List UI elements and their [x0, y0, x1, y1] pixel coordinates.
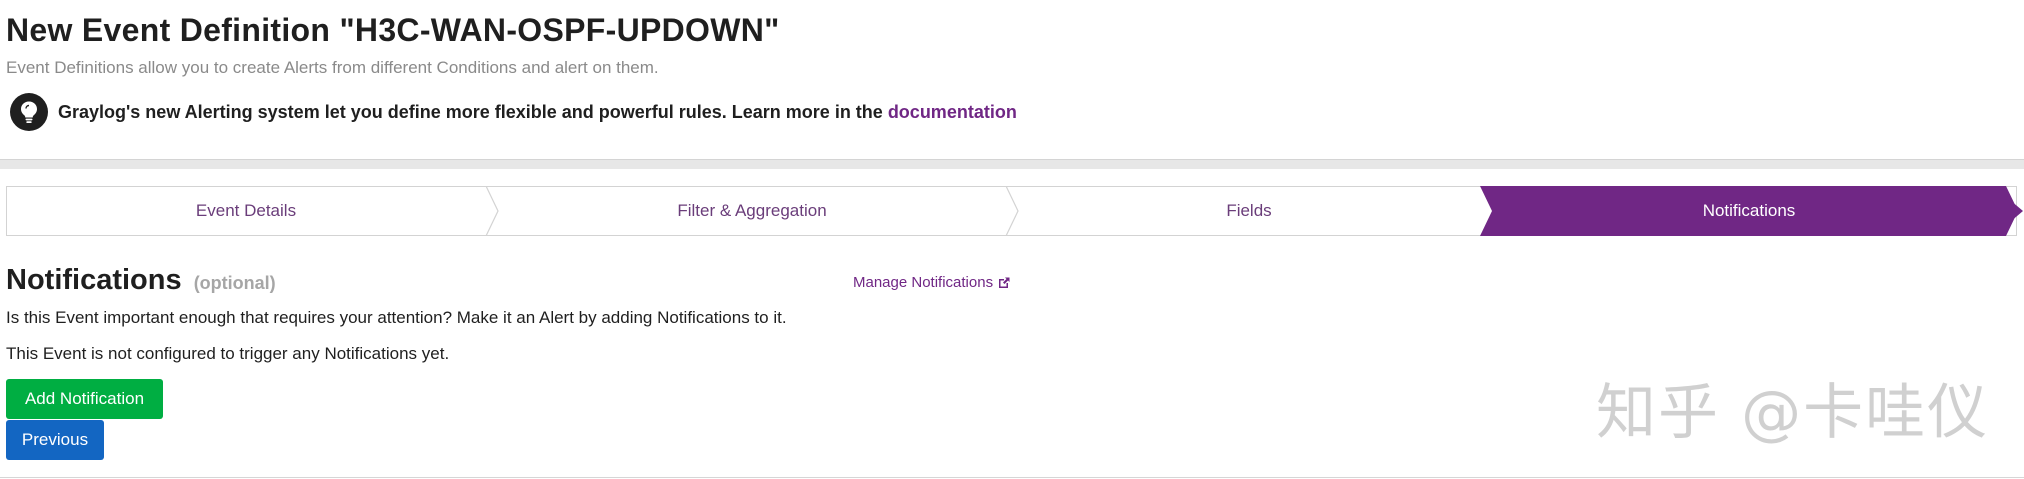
notifications-heading: Notifications (optional) — [6, 264, 276, 297]
step-filter-aggregation[interactable]: Filter & Aggregation — [498, 186, 1006, 236]
manage-notifications-link[interactable]: Manage Notifications — [853, 274, 1011, 291]
wizard-steps: Event Details Filter & Aggregation Field… — [6, 186, 2024, 236]
notifications-description: Is this Event important enough that requ… — [6, 308, 787, 327]
bottom-divider — [0, 477, 2024, 478]
info-message: Graylog's new Alerting system let you de… — [58, 101, 888, 122]
notifications-title: Notifications — [6, 264, 182, 296]
page-title: New Event Definition "H3C-WAN-OSPF-UPDOW… — [6, 12, 780, 48]
page-subtitle: Event Definitions allow you to create Al… — [6, 58, 659, 77]
external-link-icon — [999, 277, 1010, 288]
add-notification-button[interactable]: Add Notification — [6, 379, 163, 419]
step-notifications[interactable]: Notifications — [1492, 186, 2006, 236]
documentation-link[interactable]: documentation — [888, 102, 1017, 122]
watermark: 知乎 @卡哇仪 — [1596, 378, 1990, 448]
info-banner: Graylog's new Alerting system let you de… — [10, 93, 1017, 131]
lightbulb-icon — [10, 93, 48, 131]
optional-label: (optional) — [193, 273, 276, 293]
step-event-details[interactable]: Event Details — [6, 186, 486, 236]
notifications-status: This Event is not configured to trigger … — [6, 344, 450, 363]
page-header: New Event Definition "H3C-WAN-OSPF-UPDOW… — [0, 0, 2024, 160]
manage-notifications-label: Manage Notifications — [853, 274, 994, 291]
info-text: Graylog's new Alerting system let you de… — [58, 102, 1017, 123]
section-divider — [0, 159, 2024, 169]
previous-button[interactable]: Previous — [6, 420, 104, 460]
step-fields[interactable]: Fields — [1018, 186, 1480, 236]
